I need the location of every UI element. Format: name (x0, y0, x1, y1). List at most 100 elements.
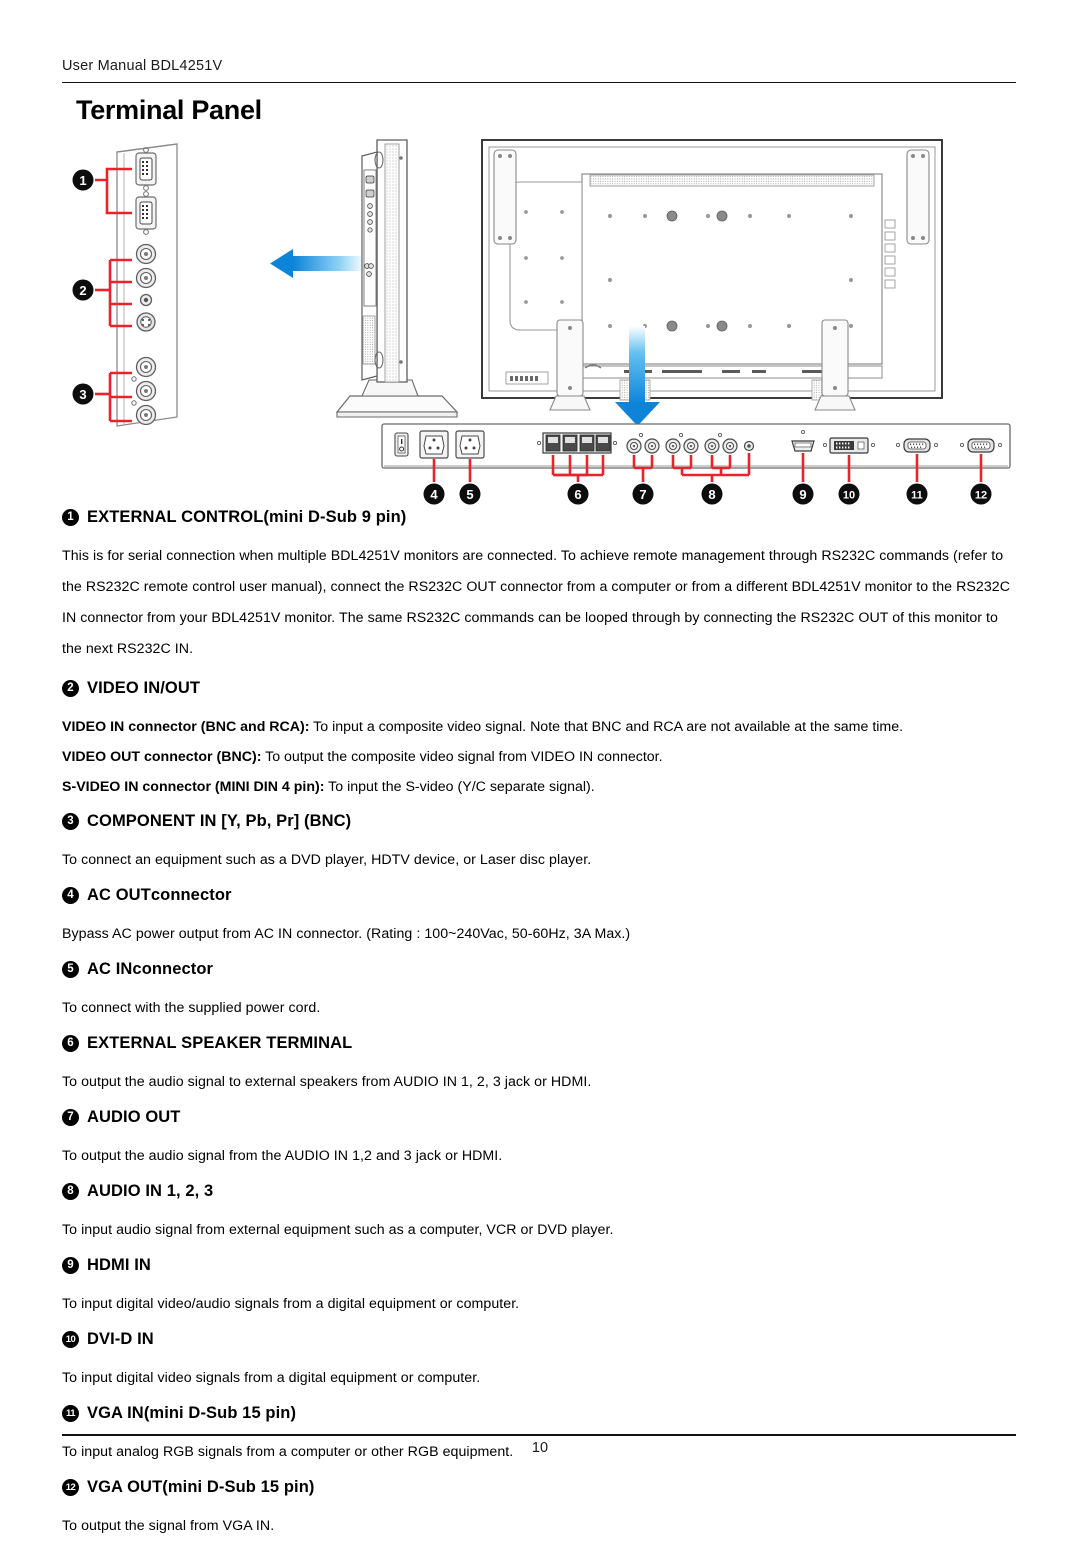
section-title: AUDIO IN 1, 2, 3 (87, 1182, 214, 1200)
section-heading-7: 7 AUDIO OUT (62, 1108, 1016, 1127)
svg-text:7: 7 (639, 487, 646, 502)
figure-badge-3: 3 (72, 383, 94, 405)
section-heading-6: 6 EXTERNAL SPEAKER TERMINAL (62, 1034, 1016, 1053)
figure-badge-1: 1 (72, 169, 94, 191)
section-subtitle: connector (150, 886, 232, 904)
page-number: 10 (531, 1440, 549, 1456)
section-title: DVI-D IN (87, 1330, 154, 1348)
section-subtitle: (mini D-Sub 9 pin) (263, 508, 407, 526)
monitor-side-view (335, 139, 459, 418)
figure-badge-10: 10 (838, 483, 860, 505)
section-number-badge: 1 (62, 509, 79, 526)
section-title: AC OUT (87, 886, 151, 904)
section-subitem: VIDEO OUT connector (BNC): To output the… (62, 742, 1016, 772)
section-heading-3: 3 COMPONENT IN [Y, Pb, Pr] (BNC) (62, 812, 1016, 831)
section-heading-9: 9 HDMI IN (62, 1256, 1016, 1275)
figure-badge-9: 9 (792, 483, 814, 505)
subitem-label: S-VIDEO IN connector (MINI DIN 4 pin): (62, 779, 325, 795)
section-title: COMPONENT IN [Y, Pb, Pr] (BNC) (87, 812, 352, 830)
dsub9-connector-1 (135, 147, 157, 191)
section-body-8: To input audio signal from external equi… (62, 1222, 614, 1238)
subitem-label: VIDEO IN connector (BNC and RCA): (62, 719, 310, 735)
subitem-label: VIDEO OUT connector (BNC): (62, 749, 262, 765)
section-heading-10: 10 DVI-D IN (62, 1330, 1016, 1349)
section-heading-12: 12 VGA OUT (mini D-Sub 15 pin) (62, 1478, 1016, 1497)
section-body-3: To connect an equipment such as a DVD pl… (62, 852, 592, 868)
section-number-badge: 2 (62, 680, 79, 697)
figure-badge-4: 4 (423, 483, 445, 505)
section-title: EXTERNAL SPEAKER TERMINAL (87, 1034, 353, 1052)
figure-badge-8: 8 (701, 483, 723, 505)
external-speaker-terminal-block (536, 432, 618, 454)
figure-badge-2: 2 (72, 279, 94, 301)
ac-out-connector (419, 430, 449, 459)
subitem-text: To output the composite video signal fro… (261, 749, 663, 765)
section-subitem: S-VIDEO IN connector (MINI DIN 4 pin): T… (62, 772, 1016, 802)
section-title: VGA IN (87, 1404, 144, 1422)
section-subtitle: (mini D-Sub 15 pin) (143, 1404, 297, 1422)
section-number-badge: 4 (62, 887, 79, 904)
section-title: VGA OUT (87, 1478, 163, 1496)
section-number-badge: 8 (62, 1183, 79, 1200)
svg-text:9: 9 (799, 487, 806, 502)
figure-badge-5: 5 (459, 483, 481, 505)
terminal-panel-figure: 1 2 3 4 5 6 7 8 9 10 11 12 (62, 130, 1016, 505)
figure-badge-7: 7 (632, 483, 654, 505)
terminal-descriptions: 1 EXTERNAL CONTROL (mini D-Sub 9 pin) Th… (62, 508, 1016, 1542)
svg-text:11: 11 (911, 490, 923, 502)
dvi-d-connector (822, 437, 876, 454)
section-title: AC IN (87, 960, 133, 978)
section-body-4: Bypass AC power output from AC IN connec… (62, 926, 631, 942)
subitem-text: To input a composite video signal. Note … (309, 719, 904, 735)
section-heading-8: 8 AUDIO IN 1, 2, 3 (62, 1182, 1016, 1201)
section-heading-2: 2 VIDEO IN/OUT (62, 679, 1016, 698)
footer-divider (62, 1434, 1016, 1436)
bottom-terminal-strip: 4 5 6 7 8 9 10 11 12 (381, 423, 1011, 505)
svg-text:10: 10 (843, 490, 855, 502)
left-terminal-panel-view: 1 2 3 (72, 143, 178, 427)
section-body-6: To output the audio signal to external s… (62, 1074, 592, 1090)
power-switch (394, 432, 409, 457)
running-header: User Manual BDL4251V (62, 58, 223, 74)
svg-text:8: 8 (708, 487, 715, 502)
section-title: VIDEO IN/OUT (87, 679, 201, 697)
section-number-badge: 12 (62, 1479, 79, 1496)
section-title: EXTERNAL CONTROL (87, 508, 264, 526)
figure-badge-12: 12 (970, 483, 992, 505)
ac-in-connector (455, 430, 485, 459)
subitem-text: To input the S-video (Y/C separate signa… (324, 779, 595, 795)
header-divider (62, 82, 1016, 83)
section-number-badge: 10 (62, 1331, 79, 1348)
section-number-badge: 11 (62, 1405, 79, 1422)
section-heading-4: 4 AC OUT connector (62, 886, 1016, 905)
svg-text:3: 3 (79, 387, 86, 402)
manual-page: User Manual BDL4251V Terminal Panel 1 2 … (0, 0, 1080, 1534)
section-subtitle: (mini D-Sub 15 pin) (162, 1478, 315, 1496)
page-title: Terminal Panel (76, 95, 262, 125)
section-number-badge: 9 (62, 1257, 79, 1274)
section-heading-11: 11 VGA IN (mini D-Sub 15 pin) (62, 1404, 1016, 1423)
section-body-7: To output the audio signal from the AUDI… (62, 1148, 503, 1164)
section-body-10: To input digital video signals from a di… (62, 1370, 481, 1386)
section-number-badge: 3 (62, 813, 79, 830)
zoom-arrow-horizontal (270, 249, 365, 278)
section-number-badge: 5 (62, 961, 79, 978)
figure-badge-11: 11 (906, 483, 928, 505)
svg-text:5: 5 (466, 487, 473, 502)
svg-text:1: 1 (79, 173, 86, 188)
svg-text:12: 12 (975, 490, 987, 502)
svg-text:4: 4 (430, 487, 438, 502)
svg-text:2: 2 (79, 283, 86, 298)
svg-text:6: 6 (574, 487, 581, 502)
section-title: AUDIO OUT (87, 1108, 181, 1126)
section-heading-1: 1 EXTERNAL CONTROL (mini D-Sub 9 pin) (62, 508, 1016, 527)
section-subitem: VIDEO IN connector (BNC and RCA): To inp… (62, 712, 1016, 742)
dsub9-connector-2 (135, 191, 157, 235)
section-number-badge: 7 (62, 1109, 79, 1126)
section-number-badge: 6 (62, 1035, 79, 1052)
section-subtitle: connector (132, 960, 214, 978)
figure-badge-6: 6 (567, 483, 589, 505)
section-title: HDMI IN (87, 1256, 151, 1274)
section-body-5: To connect with the supplied power cord. (62, 1000, 321, 1016)
section-body-1: This is for serial connection when multi… (62, 548, 1010, 657)
